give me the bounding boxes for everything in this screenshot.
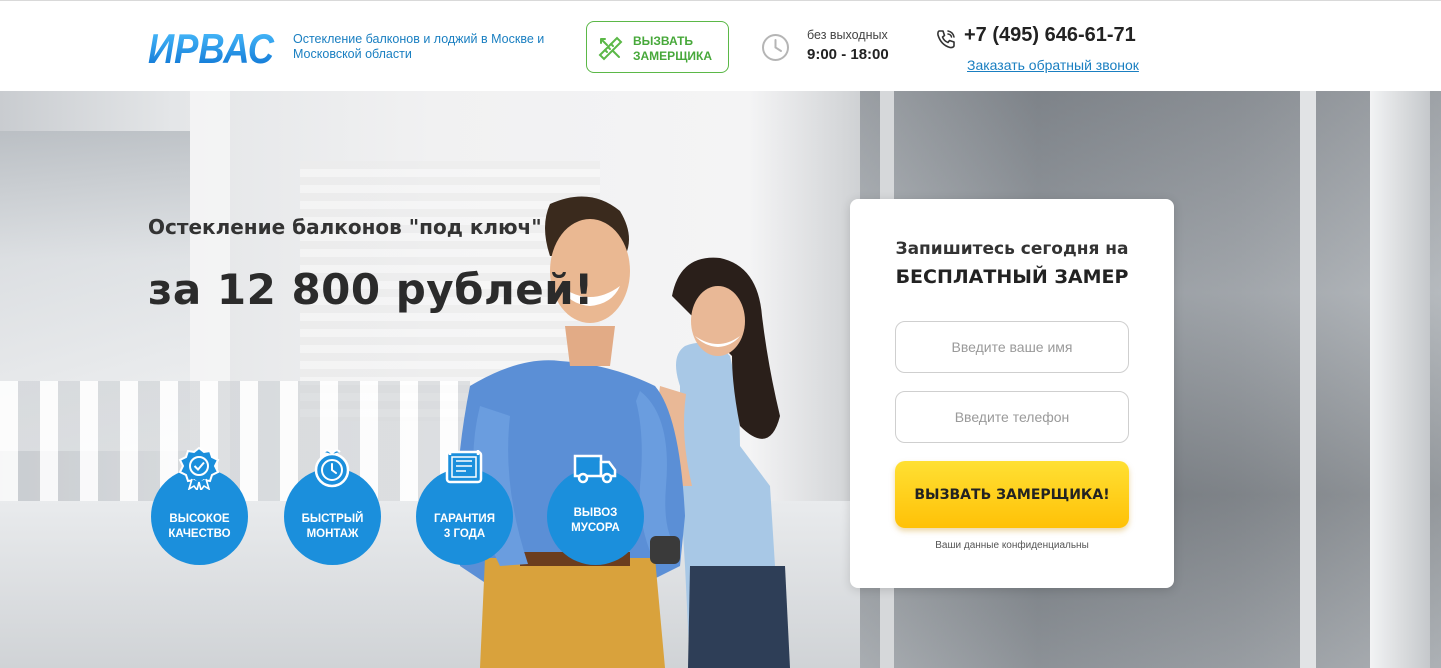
phone-number[interactable]: +7 (495) 646-61-71 bbox=[964, 24, 1136, 47]
feature-label: ВЫСОКОЕ КАЧЕСТВО bbox=[168, 513, 231, 540]
door-frame bbox=[1370, 91, 1430, 668]
stopwatch-icon bbox=[314, 449, 350, 488]
feature-quality: ВЫСОКОЕ КАЧЕСТВО bbox=[151, 446, 248, 565]
call-measurer-label: ВЫЗВАТЬ ЗАМЕРЩИКА bbox=[633, 34, 713, 63]
privacy-note: Ваши данные конфиденциальны bbox=[935, 540, 1089, 551]
door-frame bbox=[1300, 91, 1316, 668]
call-measurer-button[interactable]: ВЫЗВАТЬ ЗАМЕРЩИКА bbox=[586, 21, 729, 73]
form-title: Запишитесь сегодня на bbox=[895, 239, 1129, 259]
clock-icon bbox=[762, 34, 789, 61]
feature-label: ГАРАНТИЯ 3 ГОДА bbox=[434, 513, 495, 540]
hero-subtitle: Остекление балконов "под ключ" bbox=[148, 215, 542, 239]
feature-label: ВЫВОЗ МУСОРА bbox=[571, 507, 620, 534]
feature-label: БЫСТРЫЙ МОНТАЖ bbox=[301, 513, 364, 540]
measurement-request-form: Запишитесь сегодня на БЕСПЛАТНЫЙ ЗАМЕР В… bbox=[850, 199, 1174, 588]
form-title-emphasis: БЕСПЛАТНЫЙ ЗАМЕР bbox=[895, 266, 1129, 288]
submit-button[interactable]: ВЫЗВАТЬ ЗАМЕРЩИКА! bbox=[895, 461, 1129, 528]
truck-icon bbox=[573, 454, 617, 484]
feature-fast-install: БЫСТРЫЙ МОНТАЖ bbox=[284, 449, 381, 565]
ruler-pencil-icon bbox=[598, 36, 623, 61]
phone-input[interactable] bbox=[895, 391, 1129, 443]
hours-value: 9:00 - 18:00 bbox=[807, 46, 889, 63]
header-tagline: Остекление балконов и лоджий в Москве и … bbox=[293, 32, 545, 61]
feature-warranty: ГАРАНТИЯ 3 ГОДА bbox=[416, 450, 513, 565]
feature-waste-removal: ВЫВОЗ МУСОРА bbox=[547, 454, 644, 565]
quality-badge-icon bbox=[178, 446, 220, 490]
hero-section: Остекление балконов "под ключ" за 12 800… bbox=[0, 91, 1441, 668]
site-header: ИРВАС Остекление балконов и лоджий в Мос… bbox=[0, 0, 1441, 91]
logo[interactable]: ИРВАС bbox=[148, 23, 276, 69]
callback-link[interactable]: Заказать обратный звонок bbox=[967, 57, 1139, 73]
couple-photo bbox=[456, 196, 790, 668]
logo-text: ИРВАС bbox=[148, 25, 275, 69]
name-input[interactable] bbox=[895, 321, 1129, 373]
hero-price-title: за 12 800 рублей! bbox=[148, 265, 594, 314]
hours-label: без выходных bbox=[807, 28, 888, 42]
certificate-icon bbox=[445, 450, 483, 484]
phone-icon bbox=[937, 30, 955, 49]
